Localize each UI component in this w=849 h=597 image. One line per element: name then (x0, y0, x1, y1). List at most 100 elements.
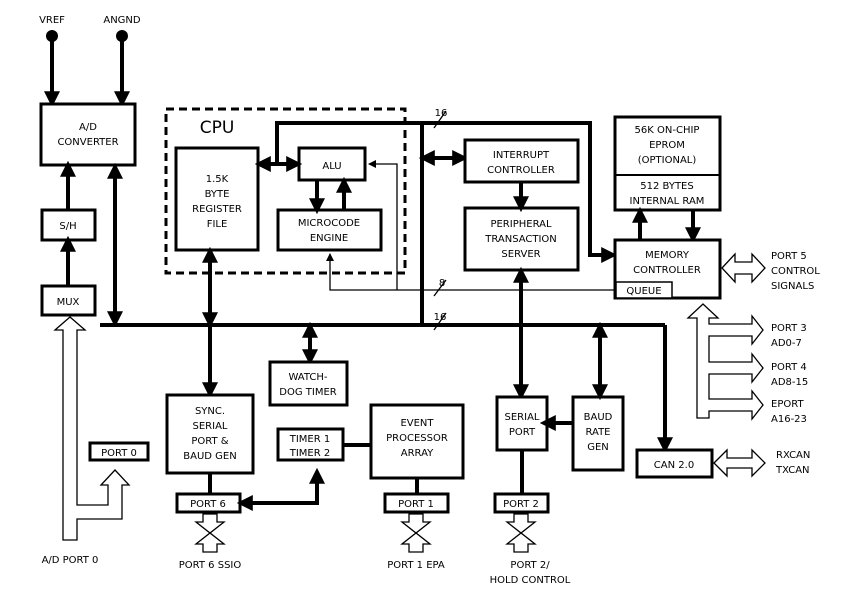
port1-epa-label: PORT 1 EPA (387, 560, 445, 571)
svg-text:CAN 2.0: CAN 2.0 (654, 460, 694, 471)
svg-text:A16-23: A16-23 (771, 414, 807, 425)
port3-label: PORT 3 AD0-7 (771, 323, 807, 349)
svg-text:WATCH-: WATCH- (288, 372, 327, 383)
svg-text:BYTE: BYTE (205, 189, 230, 200)
svg-text:EPROM: EPROM (649, 140, 685, 151)
svg-text:CONTROLLER: CONTROLLER (487, 165, 555, 176)
svg-text:ALU: ALU (322, 161, 341, 172)
svg-text:PORT 2: PORT 2 (503, 499, 539, 510)
ad-port0-hollow-arrow (53, 316, 131, 541)
svg-text:S/H: S/H (59, 221, 76, 232)
event-processor-array-block: EVENT PROCESSOR ARRAY (369, 403, 465, 480)
interrupt-controller-block: INTERRUPT CONTROLLER (463, 138, 580, 184)
sync-serial-port-block: SYNC. SERIAL PORT & BAUD GEN (165, 393, 255, 475)
port2-hollow-arrow (505, 513, 537, 553)
svg-text:512 BYTES: 512 BYTES (640, 181, 693, 192)
svg-text:56K ON-CHIP: 56K ON-CHIP (635, 125, 700, 136)
svg-text:TXCAN: TXCAN (775, 465, 810, 476)
port6-ssio-label: PORT 6 SSIO (179, 560, 242, 571)
timer-block: TIMER 1 TIMER 2 (276, 427, 345, 462)
svg-text:BAUD GEN: BAUD GEN (183, 451, 236, 462)
port2-block: PORT 2 (493, 492, 550, 514)
svg-text:TRANSACTION: TRANSACTION (484, 234, 557, 245)
svg-text:MEMORY: MEMORY (645, 250, 690, 261)
svg-text:CONVERTER: CONVERTER (57, 137, 118, 148)
svg-text:QUEUE: QUEUE (626, 286, 661, 297)
svg-text:(OPTIONAL): (OPTIONAL) (638, 155, 697, 166)
queue-block: QUEUE (615, 281, 673, 299)
eport-label: EPORT A16-23 (771, 399, 807, 425)
svg-text:SERIAL: SERIAL (505, 412, 540, 423)
svg-text:PORT: PORT (509, 427, 536, 438)
svg-text:TIMER 1: TIMER 1 (289, 434, 331, 445)
register-file-block: 1.5K BYTE REGISTER FILE (174, 146, 260, 252)
svg-text:PORT 2/: PORT 2/ (510, 560, 550, 571)
svg-text:MUX: MUX (57, 297, 80, 308)
svg-text:PROCESSOR: PROCESSOR (386, 433, 448, 444)
mux-block: MUX (40, 284, 97, 317)
port1-block: PORT 1 (383, 492, 450, 514)
svg-text:SIGNALS: SIGNALS (771, 281, 814, 292)
svg-text:ENGINE: ENGINE (310, 233, 348, 244)
port4-label: PORT 4 AD8-15 (771, 362, 808, 388)
svg-text:TIMER 2: TIMER 2 (289, 448, 331, 459)
svg-text:RXCAN: RXCAN (776, 450, 810, 461)
address-data-ports-hollow-arrow (686, 303, 764, 421)
cpu-label: CPU (200, 118, 235, 138)
top-bus-width: 16 (435, 108, 448, 119)
svg-text:DOG TIMER: DOG TIMER (279, 387, 337, 398)
svg-text:GEN: GEN (587, 442, 609, 453)
svg-text:PERIPHERAL: PERIPHERAL (490, 219, 551, 230)
port0-block: PORT 0 (88, 441, 150, 462)
svg-text:EVENT: EVENT (400, 418, 434, 429)
svg-text:PORT 5: PORT 5 (771, 251, 807, 262)
svg-text:CONTROL: CONTROL (771, 266, 820, 277)
vref-label: VREF (39, 15, 65, 26)
eprom-ram-block: 56K ON-CHIP EPROM (OPTIONAL) 512 BYTES I… (613, 115, 722, 212)
watchdog-timer-block: WATCH- DOG TIMER (268, 360, 349, 407)
sample-hold-block: S/H (40, 208, 97, 242)
svg-text:RATE: RATE (585, 427, 610, 438)
svg-text:PORT 3: PORT 3 (771, 323, 807, 334)
port6-timer-arrow (236, 467, 325, 511)
main-bus-width: 16 (434, 312, 447, 323)
svg-text:BAUD: BAUD (584, 412, 613, 423)
svg-text:INTERNAL RAM: INTERNAL RAM (630, 196, 705, 207)
serial-port-block: SERIAL PORT (495, 395, 549, 452)
svg-text:EPORT: EPORT (771, 399, 804, 410)
svg-text:PORT 4: PORT 4 (771, 362, 807, 373)
port1-hollow-arrow (400, 513, 432, 553)
can-pins-label: RXCAN TXCAN (775, 450, 810, 476)
alu-block: ALU (297, 146, 367, 182)
svg-text:REGISTER: REGISTER (192, 204, 242, 215)
svg-text:PORT 0: PORT 0 (101, 448, 137, 459)
ad-converter-block: A/D CONVERTER (39, 102, 137, 167)
svg-text:PORT &: PORT & (191, 436, 228, 447)
can-hollow-arrow (713, 448, 766, 478)
svg-text:SERVER: SERVER (501, 249, 540, 260)
svg-text:CONTROLLER: CONTROLLER (633, 265, 701, 276)
svg-text:ARRAY: ARRAY (401, 448, 434, 459)
peripheral-transaction-server-block: PERIPHERAL TRANSACTION SERVER (463, 206, 580, 272)
svg-text:FILE: FILE (207, 219, 228, 230)
svg-text:SYNC.: SYNC. (195, 406, 225, 417)
angnd-label: ANGND (103, 15, 141, 26)
microcode-engine-block: MICROCODE ENGINE (276, 208, 383, 252)
block-diagram: VREF ANGND A/D CONVERTER S/H MUX PORT 0 … (39, 15, 820, 586)
baud-rate-gen-block: BAUD RATE GEN (571, 395, 625, 472)
port5-label: PORT 5 CONTROL SIGNALS (771, 251, 820, 292)
port5-hollow-arrow (721, 252, 766, 284)
ad-port0-label: A/D PORT 0 (42, 555, 99, 566)
svg-text:1.5K: 1.5K (206, 174, 229, 185)
svg-text:PORT 6: PORT 6 (190, 499, 226, 510)
svg-text:PORT 1: PORT 1 (398, 499, 434, 510)
queue-width: 8 (439, 278, 445, 289)
svg-text:AD0-7: AD0-7 (771, 338, 802, 349)
svg-text:SERIAL: SERIAL (193, 421, 228, 432)
svg-text:AD8-15: AD8-15 (771, 377, 808, 388)
svg-text:HOLD CONTROL: HOLD CONTROL (490, 575, 571, 586)
svg-text:A/D: A/D (79, 122, 97, 133)
port6-block: PORT 6 (175, 492, 242, 514)
port6-hollow-arrow (194, 513, 226, 553)
port2-hold-label: PORT 2/ HOLD CONTROL (490, 560, 571, 586)
